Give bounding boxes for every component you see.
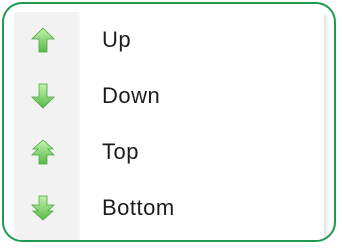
move-context-menu: Up Down Top Bottom xyxy=(14,12,324,240)
menu-item-up[interactable]: Up xyxy=(14,14,324,66)
screenshot-frame: Up Down Top Bottom xyxy=(2,2,336,242)
menu-item-down[interactable]: Down xyxy=(14,70,324,122)
menu-item-top[interactable]: Top xyxy=(14,126,324,178)
arrow-down-icon xyxy=(30,83,56,109)
arrow-to-top-icon xyxy=(30,139,56,165)
menu-item-bottom[interactable]: Bottom xyxy=(14,182,324,234)
menu-item-label: Down xyxy=(102,83,161,108)
arrow-to-bottom-icon xyxy=(30,195,56,221)
arrow-up-icon xyxy=(30,27,56,53)
menu-item-label: Top xyxy=(102,139,139,164)
menu-item-label: Up xyxy=(102,27,132,52)
menu-item-label: Bottom xyxy=(102,195,175,220)
